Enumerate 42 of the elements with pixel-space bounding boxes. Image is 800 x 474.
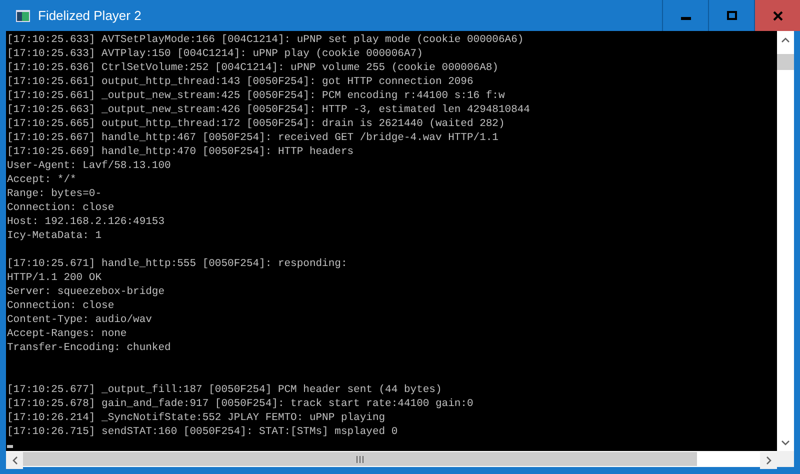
scroll-up-icon[interactable]: [781, 36, 790, 42]
text-cursor: [7, 445, 13, 448]
log-line: [17:10:25.661] _output_new_stream:425 [0050F254]: PCM encoding r:44100 s:16 f:w: [7, 89, 506, 103]
log-line: [17:10:25.667] handle_http:467 [0050F254]: received GET /bridge-4.wav HTTP/1.1: [7, 131, 500, 145]
maximize-icon: [726, 10, 736, 20]
log-line: Connection: close: [7, 299, 116, 313]
scrollbar-thumb[interactable]: [777, 54, 794, 70]
log-line: Server: squeezebox-bridge: [7, 285, 166, 299]
log-line: [17:10:25.636] CtrlSetVolume:252 [004C1214]: uPNP volume 255 (cookie 000006A8): [7, 61, 500, 75]
log-line: [17:10:26.214] _SyncNotifState:552 JPLAY FEMTO: uPNP playing: [7, 411, 386, 425]
close-icon: [772, 10, 782, 20]
app-icon: [16, 10, 30, 22]
grip-icon: [356, 456, 364, 462]
log-line: [17:10:25.678] gain_and_fade:917 [0050F254]: track start rate:44100 gain:0: [7, 397, 474, 411]
log-line: [17:10:25.677] _output_fill:187 [0050F254] PCM header sent (44 bytes): [7, 383, 443, 397]
scroll-down-icon[interactable]: [781, 440, 790, 446]
log-line: Range: bytes=0-: [7, 187, 103, 201]
scrollbar-thumb[interactable]: [23, 452, 697, 466]
log-line: Accept: */*: [7, 173, 78, 187]
log-line: Host: 192.168.2.126:49153: [7, 215, 166, 229]
log-line: [17:10:26.715] sendSTAT:160 [0050F254]: STAT:[STMs] msplayed 0: [7, 425, 399, 439]
log-line: Accept-Ranges: none: [7, 327, 128, 341]
log-line: User-Agent: Lavf/58.13.100: [7, 159, 172, 173]
log-line: HTTP/1.1 200 OK: [7, 271, 103, 285]
log-line: [17:10:25.671] handle_http:555 [0050F254]: responding:: [7, 257, 348, 271]
log-line: Icy-MetaData: 1: [7, 229, 103, 243]
log-line: [17:10:25.669] handle_http:470 [0050F254]: HTTP headers: [7, 145, 355, 159]
log-line: [17:10:25.663] _output_new_stream:426 [0050F254]: HTTP -3, estimated len 4294810844: [7, 103, 531, 117]
log-line: Transfer-Encoding: chunked: [7, 341, 172, 355]
scroll-left-icon[interactable]: [12, 456, 18, 465]
scroll-right-icon[interactable]: [766, 456, 772, 465]
log-line: [17:10:25.633] AVTSetPlayMode:166 [004C1214]: uPNP set play mode (cookie 000006A6): [7, 33, 525, 47]
log-line: Content-Type: audio/wav: [7, 313, 153, 327]
log-line: [17:10:25.665] output_http_thread:172 [0050F254]: drain is 2621440 (waited 282): [7, 117, 506, 131]
log-line: [17:10:25.633] AVTPlay:150 [004C1214]: uPNP play (cookie 000006A7): [7, 47, 424, 61]
horizontal-scrollbar[interactable]: [6, 451, 777, 467]
log-line: [17:10:25.661] output_http_thread:143 [0050F254]: got HTTP connection 2096: [7, 75, 474, 89]
window-title: Fidelized Player 2: [38, 8, 142, 23]
minimize-icon: [680, 17, 690, 20]
log-line: Connection: close: [7, 201, 116, 215]
close-button[interactable]: [754, 0, 800, 31]
vertical-scrollbar[interactable]: [777, 31, 794, 451]
